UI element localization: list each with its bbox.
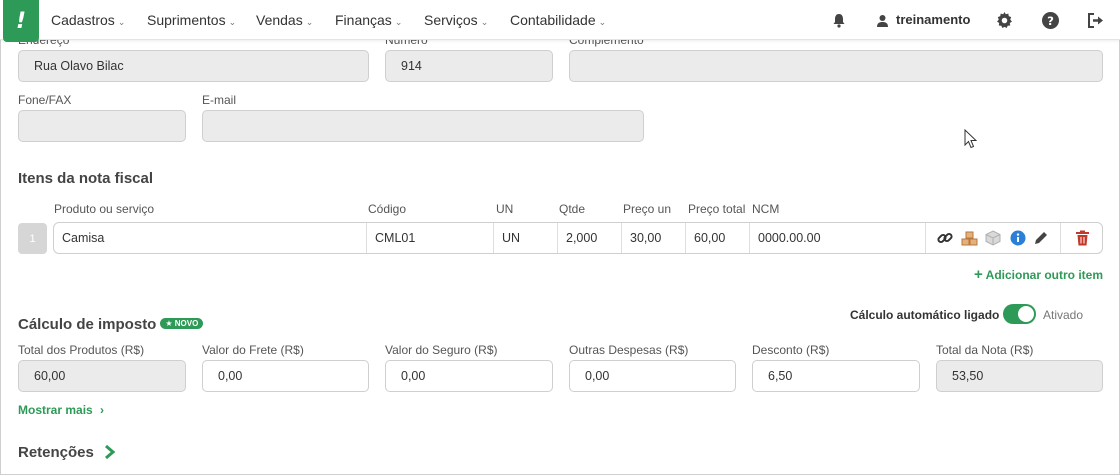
nav-contabilidade[interactable]: Contabilidade ⌄ <box>510 0 606 40</box>
endereco-field[interactable]: Rua Olavo Bilac <box>18 50 369 82</box>
mouse-cursor-icon <box>964 129 978 149</box>
user-icon <box>877 14 888 27</box>
info-icon[interactable] <box>1009 229 1027 247</box>
nav-suprimentos[interactable]: Suprimentos ⌄ <box>147 0 236 40</box>
email-label: E-mail <box>202 93 237 107</box>
frete-field[interactable]: 0,00 <box>202 360 369 392</box>
col-header-qtde: Qtde <box>559 202 586 216</box>
top-navbar: ! Cadastros ⌄ Suprimentos ⌄ Vendas ⌄ Finanç… <box>0 0 1120 42</box>
chevron-down-icon: ⌄ <box>228 17 237 27</box>
outras-despesas-field[interactable]: 0,00 <box>569 360 736 392</box>
auto-calc-label: Cálculo automático ligado <box>850 308 1000 322</box>
chevron-down-icon: ⌄ <box>598 17 607 27</box>
complemento-field[interactable] <box>569 50 1103 82</box>
chevron-down-icon: ⌄ <box>117 17 126 27</box>
toggle-state-label: Ativado <box>1043 308 1084 322</box>
items-section-title: Itens da nota fiscal <box>18 170 154 187</box>
numero-field[interactable]: 914 <box>385 50 553 82</box>
trash-icon[interactable] <box>1073 229 1091 247</box>
username: treinamento <box>896 12 971 27</box>
chevron-down-icon: ⌄ <box>394 17 403 27</box>
auto-calc-toggle[interactable] <box>1003 304 1036 324</box>
chevron-right-icon: › <box>100 403 105 417</box>
email-field[interactable] <box>202 110 644 142</box>
desconto-label: Desconto (R$) <box>752 343 830 357</box>
total-produtos-label: Total dos Produtos (R$) <box>18 343 145 357</box>
col-header-ncm: NCM <box>752 202 780 216</box>
fone-field[interactable] <box>18 110 186 142</box>
app-logo[interactable]: ! <box>3 0 39 42</box>
actions-divider <box>1060 223 1061 253</box>
col-header-produto: Produto ou serviço <box>54 202 155 216</box>
svg-text:?: ? <box>1047 13 1054 27</box>
seguro-label: Valor do Seguro (R$) <box>385 343 498 357</box>
frete-label: Valor do Frete (R$) <box>202 343 304 357</box>
retencoes-title[interactable]: Retenções <box>18 444 116 461</box>
new-badge: ★ NOVO <box>160 318 204 329</box>
gear-icon[interactable] <box>994 10 1014 30</box>
codigo-cell[interactable]: CML01 <box>367 223 494 253</box>
link-icon[interactable] <box>936 229 954 247</box>
edit-icon[interactable] <box>1032 229 1050 247</box>
chevron-down-icon: ⌄ <box>305 17 314 27</box>
col-header-preco-un: Preço un <box>623 202 672 216</box>
add-item-link[interactable]: + Adicionar outro item <box>974 266 1103 283</box>
tax-section-title: Cálculo de imposto ★ NOVO <box>18 316 204 333</box>
toggle-knob <box>1018 306 1034 322</box>
total-nota-field[interactable]: 53,50 <box>936 360 1103 392</box>
seguro-field[interactable]: 0,00 <box>385 360 553 392</box>
ncm-cell[interactable]: 0000.00.00 <box>750 223 926 253</box>
produto-cell[interactable]: Camisa <box>54 223 367 253</box>
nav-vendas[interactable]: Vendas ⌄ <box>256 0 313 40</box>
show-more-link[interactable]: Mostrar mais › <box>18 403 104 417</box>
help-icon[interactable]: ? <box>1040 10 1060 30</box>
nav-cadastros[interactable]: Cadastros ⌄ <box>51 0 125 40</box>
outras-despesas-label: Outras Despesas (R$) <box>569 343 689 357</box>
boxes-icon[interactable] <box>960 229 978 247</box>
un-cell[interactable]: UN <box>494 223 558 253</box>
col-header-un: UN <box>496 202 514 216</box>
item-number-badge: 1 <box>18 223 47 254</box>
package-icon[interactable] <box>984 229 1002 247</box>
col-header-preco-total: Preço total <box>688 202 746 216</box>
plus-icon: + <box>974 266 983 283</box>
logout-icon[interactable] <box>1086 10 1106 30</box>
preco-un-cell[interactable]: 30,00 <box>622 223 686 253</box>
user-menu[interactable]: treinamento <box>876 0 970 40</box>
chevron-right-icon <box>105 444 116 460</box>
total-produtos-field[interactable]: 60,00 <box>18 360 186 392</box>
qtde-cell[interactable]: 2,000 <box>558 223 622 253</box>
nav-financas[interactable]: Finanças ⌄ <box>335 0 402 40</box>
col-header-codigo: Código <box>368 202 407 216</box>
total-nota-label: Total da Nota (R$) <box>936 343 1034 357</box>
desconto-field[interactable]: 6,50 <box>752 360 920 392</box>
chevron-down-icon: ⌄ <box>480 17 489 27</box>
nav-servicos[interactable]: Serviços ⌄ <box>424 0 488 40</box>
table-row: Camisa CML01 UN 2,000 30,00 60,00 0000.0… <box>53 222 1103 254</box>
preco-total-cell[interactable]: 60,00 <box>686 223 750 253</box>
bell-icon[interactable] <box>829 10 849 30</box>
fone-label: Fone/FAX <box>18 93 72 107</box>
